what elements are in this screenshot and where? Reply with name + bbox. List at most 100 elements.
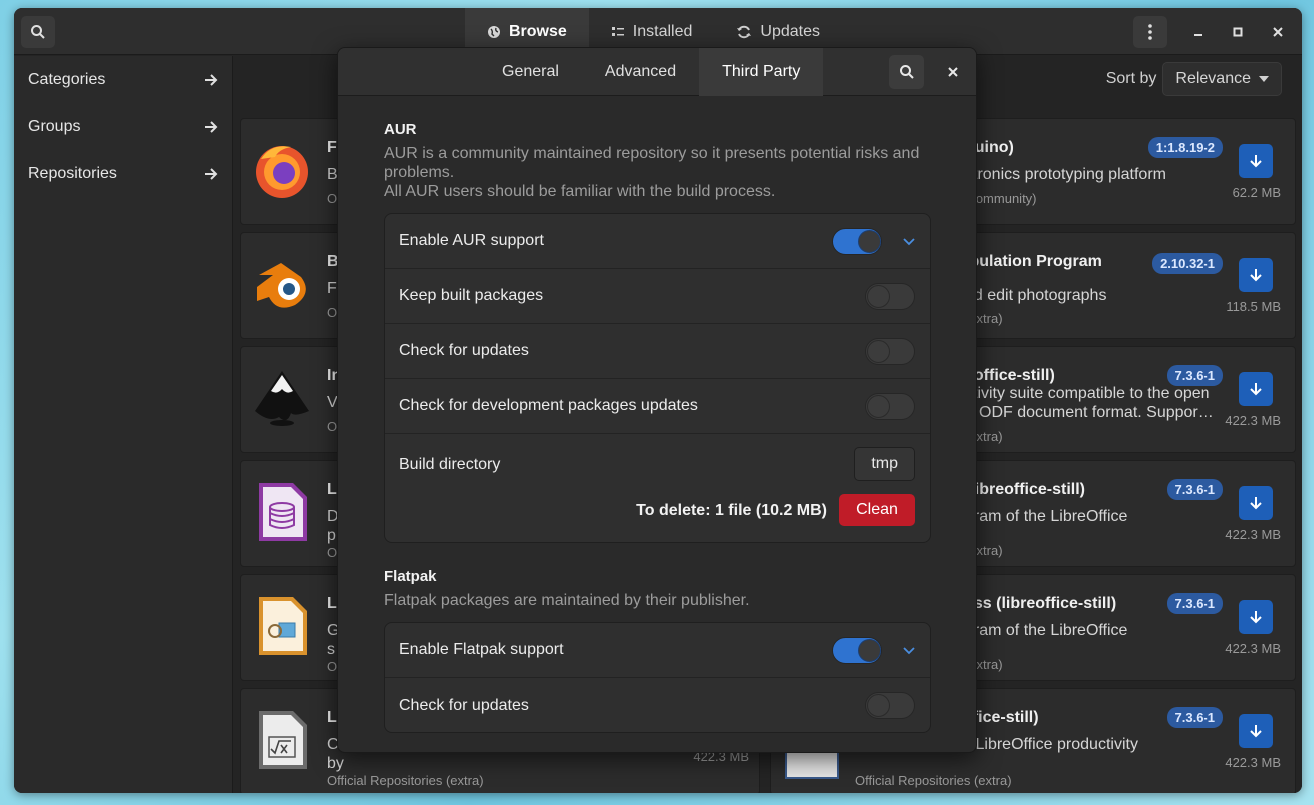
dialog-tabs: General Advanced Third Party (479, 48, 824, 96)
aur-desc-line1: AUR is a community maintained repository… (384, 145, 920, 181)
aur-check-updates-row[interactable]: Check for updates (385, 324, 930, 379)
kebab-menu-icon (1148, 24, 1152, 40)
keep-built-toggle[interactable] (865, 283, 915, 310)
flatpak-check-updates-row[interactable]: Check for updates (385, 678, 930, 732)
libreoffice-draw-icon (259, 597, 307, 655)
flatpak-enable-toggle[interactable] (832, 637, 882, 664)
download-icon (1250, 155, 1262, 168)
package-title: L (327, 709, 337, 726)
firefox-icon (256, 146, 308, 198)
sidebar-item-categories[interactable]: Categories (14, 56, 232, 103)
toggle-knob (867, 694, 890, 717)
aur-enable-row[interactable]: Enable AUR support (385, 214, 930, 269)
package-desc: ctronics prototyping platform (965, 166, 1166, 183)
search-icon (899, 65, 914, 79)
package-desc-line2: nd edit photographs (965, 287, 1107, 304)
aur-check-updates-toggle[interactable] (865, 338, 915, 365)
sidebar-item-repositories[interactable]: Repositories (14, 150, 232, 197)
maximize-icon (1233, 27, 1243, 37)
close-icon (948, 67, 958, 77)
minimize-button[interactable] (1186, 20, 1210, 44)
package-desc: gram of the LibreOffice (965, 508, 1128, 525)
dialog-header: General Advanced Third Party (338, 48, 976, 96)
toggle-knob (858, 639, 881, 662)
package-title: L (327, 595, 337, 612)
aur-section-title: AUR (384, 121, 417, 138)
libreoffice-math-icon (259, 711, 307, 769)
tab-general[interactable]: General (479, 48, 582, 96)
row-label: Check for development packages updates (399, 397, 698, 414)
package-repo: O (327, 191, 338, 206)
tab-browse-label: Browse (509, 22, 567, 40)
dialog-search-button[interactable] (889, 55, 924, 89)
version-badge: 7.3.6-1 (1166, 707, 1223, 728)
minimize-icon (1194, 34, 1202, 36)
dev-updates-row[interactable]: Check for development packages updates (385, 379, 930, 434)
menu-button[interactable] (1133, 16, 1167, 48)
flatpak-settings-box: Enable Flatpak support Check for updates (384, 622, 931, 733)
package-size: 422.3 MB (1225, 527, 1281, 542)
search-button[interactable] (21, 16, 55, 48)
tab-installed-label: Installed (632, 22, 693, 40)
inkscape-icon (255, 371, 309, 426)
version-badge: 7.3.6-1 (1166, 593, 1223, 614)
package-title: ess (libreoffice-still) (965, 595, 1117, 612)
keep-built-row[interactable]: Keep built packages (385, 269, 930, 324)
flatpak-check-updates-toggle[interactable] (865, 692, 915, 719)
row-label: Enable AUR support (399, 232, 544, 249)
version-badge: 7.3.6-1 (1166, 479, 1223, 500)
download-icon (1250, 725, 1262, 738)
row-label: Check for updates (399, 696, 529, 714)
tab-advanced[interactable]: Advanced (582, 48, 699, 96)
sort-label: Sort by (1105, 70, 1157, 87)
clean-row: To delete: 1 file (10.2 MB) Clean (385, 494, 930, 542)
flatpak-section-title: Flatpak (384, 568, 437, 585)
version-badge: 1:1.8.19-2 (1147, 137, 1223, 158)
dev-updates-toggle[interactable] (865, 393, 915, 420)
package-repo: O (327, 419, 338, 434)
package-repo: O (327, 659, 338, 674)
maximize-button[interactable] (1226, 20, 1250, 44)
aur-enable-toggle[interactable] (832, 228, 882, 255)
package-title: eoffice-still) (965, 367, 1055, 384)
package-title: F (327, 139, 337, 156)
sidebar-item-groups[interactable]: Groups (14, 103, 232, 150)
package-desc-line2: s (327, 641, 335, 658)
version-badge: 2.10.32-1 (1152, 253, 1223, 274)
sort-dropdown[interactable]: Relevance (1162, 62, 1282, 96)
sidebar-item-label: Repositories (28, 164, 117, 182)
install-button[interactable] (1239, 714, 1273, 748)
libreoffice-writer-icon (785, 749, 839, 779)
tab-updates-label: Updates (760, 22, 820, 40)
close-window-button[interactable] (1266, 20, 1290, 44)
flatpak-enable-row[interactable]: Enable Flatpak support (385, 623, 930, 678)
install-button[interactable] (1239, 144, 1273, 178)
toggle-knob (867, 340, 890, 363)
dialog-close-button[interactable] (941, 60, 965, 84)
package-size: 62.2 MB (1232, 185, 1281, 200)
aur-desc-line2: All AUR users should be familiar with th… (384, 183, 776, 200)
build-directory-button[interactable]: tmp (854, 447, 915, 481)
package-repo: O (327, 305, 338, 320)
download-icon (1250, 269, 1262, 282)
package-title: L (327, 481, 337, 498)
install-button[interactable] (1239, 372, 1273, 406)
install-button[interactable] (1239, 486, 1273, 520)
clean-button[interactable]: Clean (839, 494, 915, 526)
chevron-down-icon[interactable] (902, 234, 916, 248)
chevron-down-icon (1259, 76, 1269, 82)
chevron-down-icon[interactable] (902, 643, 916, 657)
aur-settings-box: Enable AUR support Keep built packages C… (384, 213, 931, 543)
flatpak-section-desc: Flatpak packages are maintained by their… (384, 592, 750, 609)
blender-icon (257, 263, 306, 308)
sort-control: Sort by Relevance (1106, 62, 1282, 96)
sort-value: Relevance (1175, 70, 1251, 87)
install-button[interactable] (1239, 600, 1273, 634)
install-button[interactable] (1239, 258, 1273, 292)
package-desc: ctivity suite compatible to the open (965, 385, 1210, 402)
download-icon (1250, 497, 1262, 510)
package-size: 118.5 MB (1226, 299, 1281, 314)
package-title: ipulation Program (965, 253, 1102, 270)
tab-third-party[interactable]: Third Party (699, 48, 824, 96)
toggle-knob (867, 285, 890, 308)
